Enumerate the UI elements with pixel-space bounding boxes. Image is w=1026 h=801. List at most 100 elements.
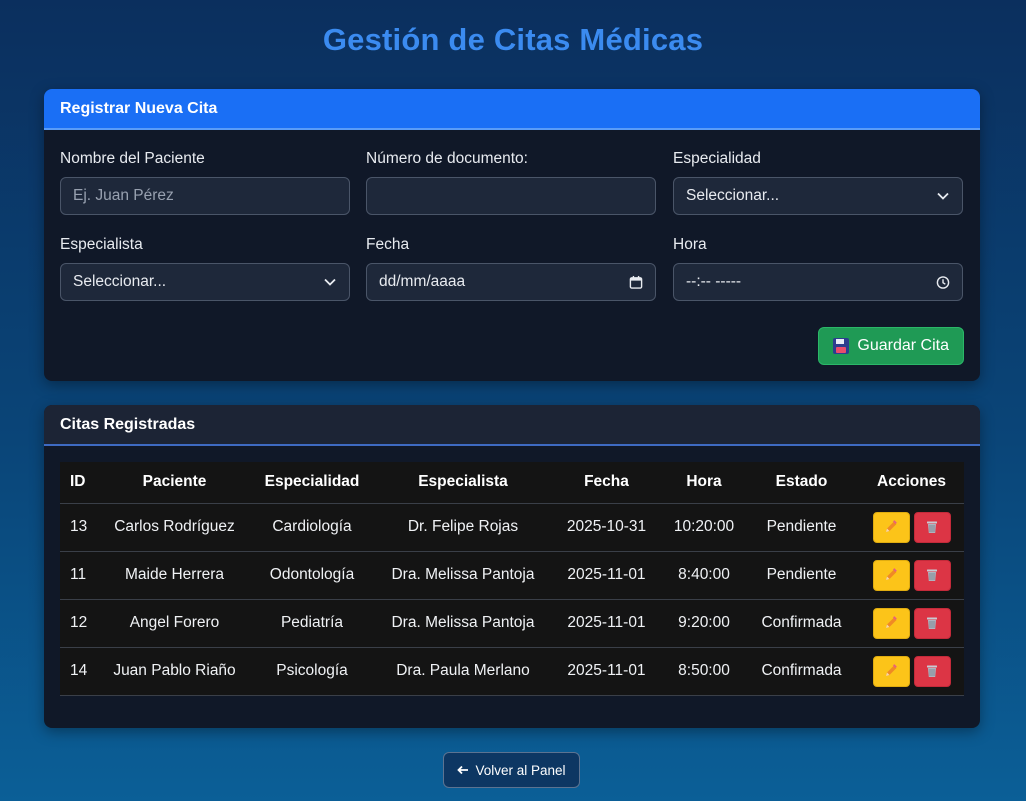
time-label: Hora bbox=[673, 236, 707, 253]
date-input[interactable]: dd/mm/aaaa bbox=[366, 263, 656, 301]
cell-patient: Carlos Rodríguez bbox=[102, 503, 247, 552]
cell-actions bbox=[859, 551, 964, 600]
column-header-patient: Paciente bbox=[102, 462, 247, 504]
column-header-id: ID bbox=[60, 462, 102, 504]
pencil-icon bbox=[886, 520, 897, 532]
cell-status: Confirmada bbox=[744, 599, 859, 648]
time-group: Hora --:-- ----- bbox=[673, 236, 963, 301]
pencil-icon bbox=[886, 664, 897, 676]
new-appointment-card: Registrar Nueva Cita Nombre del Paciente… bbox=[44, 89, 980, 381]
column-header-date: Fecha bbox=[549, 462, 664, 504]
cell-specialist: Dra. Melissa Pantoja bbox=[377, 551, 549, 600]
delete-button[interactable] bbox=[913, 559, 951, 591]
appointments-header: Citas Registradas bbox=[44, 405, 980, 446]
document-number-label: Número de documento: bbox=[366, 150, 528, 167]
time-input[interactable]: --:-- ----- bbox=[673, 263, 963, 301]
column-header-specialist: Especialista bbox=[377, 462, 549, 504]
cell-specialist: Dr. Felipe Rojas bbox=[377, 503, 549, 552]
cell-status: Pendiente bbox=[744, 551, 859, 600]
new-appointment-header: Registrar Nueva Cita bbox=[44, 89, 980, 130]
delete-button[interactable] bbox=[913, 511, 951, 543]
cell-id: 14 bbox=[60, 647, 102, 696]
arrow-left-icon bbox=[457, 763, 469, 778]
cell-date: 2025-11-01 bbox=[549, 551, 664, 600]
cell-actions bbox=[859, 503, 964, 552]
specialty-label: Especialidad bbox=[673, 150, 761, 167]
specialty-select[interactable]: Seleccionar... bbox=[673, 177, 963, 215]
cell-actions bbox=[859, 599, 964, 648]
save-appointment-label: Guardar Cita bbox=[857, 337, 949, 354]
edit-button[interactable] bbox=[872, 559, 910, 591]
specialist-label: Especialista bbox=[60, 236, 143, 253]
table-row: 12 Angel Forero Pediatría Dra. Melissa P… bbox=[60, 599, 964, 648]
cell-specialist: Dra. Paula Merlano bbox=[377, 647, 549, 696]
floppy-disk-icon bbox=[833, 338, 850, 354]
cell-specialty: Psicología bbox=[247, 647, 377, 696]
cell-id: 11 bbox=[60, 551, 102, 600]
cell-specialty: Odontología bbox=[247, 551, 377, 600]
cell-status: Pendiente bbox=[744, 503, 859, 552]
cell-time: 10:20:00 bbox=[664, 503, 744, 552]
cell-time: 8:40:00 bbox=[664, 551, 744, 600]
specialty-group: Especialidad Seleccionar... bbox=[673, 150, 963, 215]
save-appointment-button[interactable]: Guardar Cita bbox=[818, 327, 964, 365]
delete-button[interactable] bbox=[913, 655, 951, 687]
cell-date: 2025-10-31 bbox=[549, 503, 664, 552]
date-group: Fecha dd/mm/aaaa bbox=[366, 236, 656, 301]
patient-name-input[interactable]: Ej. Juan Pérez bbox=[60, 177, 350, 215]
column-header-time: Hora bbox=[664, 462, 744, 504]
patient-name-placeholder: Ej. Juan Pérez bbox=[73, 187, 174, 204]
cell-specialty: Pediatría bbox=[247, 599, 377, 648]
chevron-down-icon bbox=[936, 189, 950, 203]
pencil-icon bbox=[886, 616, 897, 628]
patient-name-label: Nombre del Paciente bbox=[60, 150, 205, 167]
table-row: 11 Maide Herrera Odontología Dra. Meliss… bbox=[60, 551, 964, 600]
date-value: dd/mm/aaaa bbox=[379, 273, 466, 290]
delete-button[interactable] bbox=[913, 607, 951, 639]
table-header-row: ID Paciente Especialidad Especialista Fe… bbox=[60, 462, 964, 504]
cell-date: 2025-11-01 bbox=[549, 599, 664, 648]
specialty-selected-value: Seleccionar... bbox=[686, 187, 780, 204]
appointments-table-wrapper: ID Paciente Especialidad Especialista Fe… bbox=[60, 462, 964, 696]
trash-icon bbox=[927, 665, 937, 677]
calendar-icon[interactable] bbox=[629, 275, 643, 289]
patient-name-group: Nombre del Paciente Ej. Juan Pérez bbox=[60, 150, 350, 215]
cell-id: 12 bbox=[60, 599, 102, 648]
cell-id: 13 bbox=[60, 503, 102, 552]
cell-actions bbox=[859, 647, 964, 696]
trash-icon bbox=[927, 521, 937, 533]
date-label: Fecha bbox=[366, 236, 410, 253]
specialist-select[interactable]: Seleccionar... bbox=[60, 263, 350, 301]
document-number-input[interactable] bbox=[366, 177, 656, 215]
back-to-panel-button[interactable]: Volver al Panel bbox=[443, 752, 580, 788]
edit-button[interactable] bbox=[872, 511, 910, 543]
pencil-icon bbox=[886, 568, 897, 580]
back-to-panel-label: Volver al Panel bbox=[475, 762, 566, 778]
time-value: --:-- ----- bbox=[686, 273, 742, 290]
clock-icon[interactable] bbox=[936, 275, 950, 289]
table-row: 14 Juan Pablo Riaño Psicología Dra. Paul… bbox=[60, 647, 964, 696]
appointments-table: ID Paciente Especialidad Especialista Fe… bbox=[60, 462, 964, 696]
trash-icon bbox=[927, 617, 937, 629]
appointment-form: Nombre del Paciente Ej. Juan Pérez Númer… bbox=[44, 130, 980, 381]
cell-patient: Maide Herrera bbox=[102, 551, 247, 600]
edit-button[interactable] bbox=[872, 655, 910, 687]
table-row: 13 Carlos Rodríguez Cardiología Dr. Feli… bbox=[60, 503, 964, 552]
specialist-group: Especialista Seleccionar... bbox=[60, 236, 350, 301]
chevron-down-icon bbox=[323, 275, 337, 289]
column-header-status: Estado bbox=[744, 462, 859, 504]
cell-specialty: Cardiología bbox=[247, 503, 377, 552]
cell-time: 9:20:00 bbox=[664, 599, 744, 648]
cell-date: 2025-11-01 bbox=[549, 647, 664, 696]
column-header-specialty: Especialidad bbox=[247, 462, 377, 504]
edit-button[interactable] bbox=[872, 607, 910, 639]
trash-icon bbox=[927, 569, 937, 581]
cell-status: Confirmada bbox=[744, 647, 859, 696]
page-title: Gestión de Citas Médicas bbox=[322, 22, 704, 57]
appointments-card: Citas Registradas ID Paciente Especialid… bbox=[44, 405, 980, 728]
column-header-actions: Acciones bbox=[859, 462, 964, 504]
cell-specialist: Dra. Melissa Pantoja bbox=[377, 599, 549, 648]
document-number-group: Número de documento: bbox=[366, 150, 656, 215]
cell-patient: Angel Forero bbox=[102, 599, 247, 648]
cell-patient: Juan Pablo Riaño bbox=[102, 647, 247, 696]
